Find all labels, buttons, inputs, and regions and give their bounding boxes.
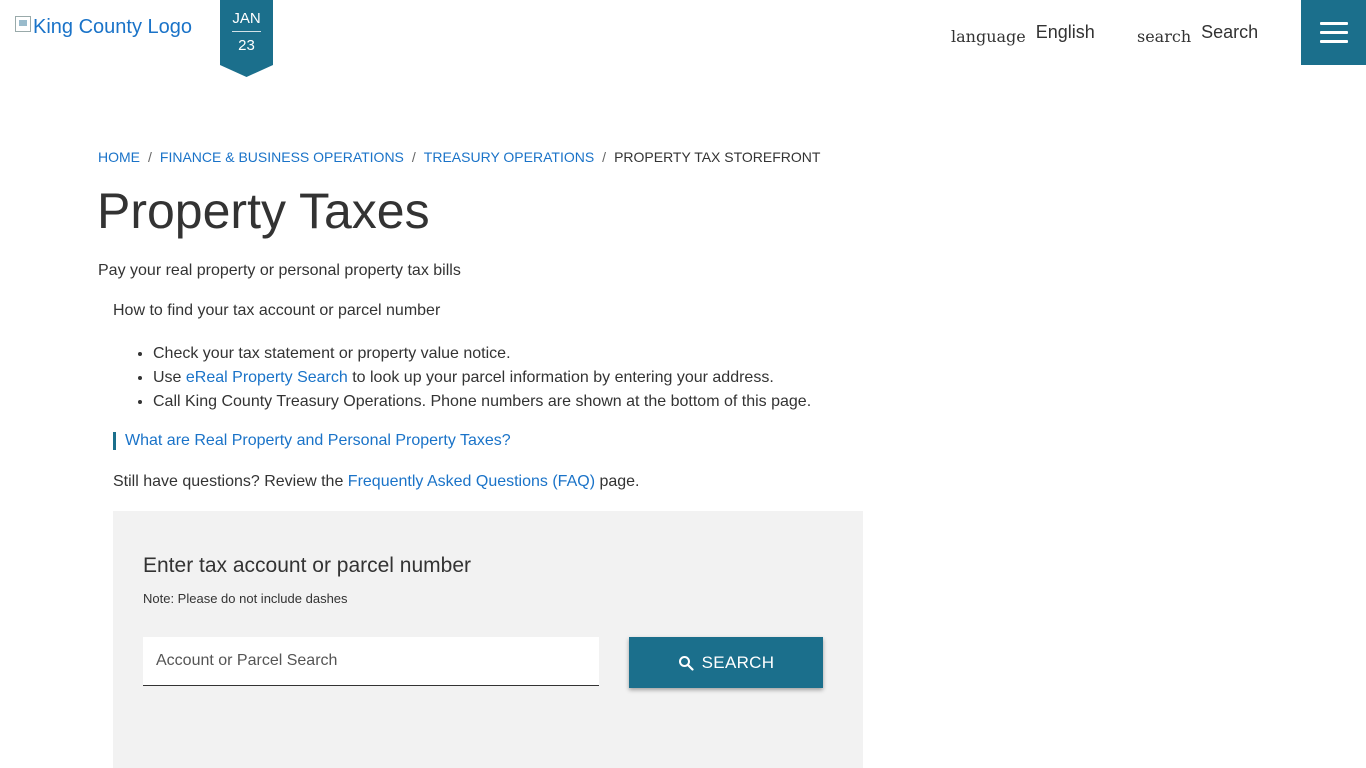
date-month: JAN xyxy=(232,10,261,27)
hamburger-menu-icon-bar xyxy=(1319,40,1348,43)
breadcrumb-treasury[interactable]: TREASURY OPERATIONS xyxy=(424,149,594,165)
hamburger-menu-icon-bar xyxy=(1319,31,1348,34)
tips-list: Check your tax statement or property val… xyxy=(153,342,811,414)
search-icon xyxy=(678,655,694,671)
ereal-property-search-link[interactable]: eReal Property Search xyxy=(186,369,348,386)
page-title: Property Taxes xyxy=(97,183,430,239)
hamburger-menu-icon-bar xyxy=(1319,22,1348,25)
logo-alt-text: King County Logo xyxy=(33,16,193,38)
language-label: English xyxy=(1035,22,1095,42)
tax-types-callout: What are Real Property and Personal Prop… xyxy=(113,432,511,450)
breadcrumb-separator: / xyxy=(411,149,416,165)
howto-heading: How to find your tax account or parcel n… xyxy=(113,302,441,319)
menu-button[interactable] xyxy=(1301,0,1366,65)
faq-suffix: page. xyxy=(595,473,640,490)
header-search-label: Search xyxy=(1201,22,1259,42)
breadcrumb-separator: / xyxy=(602,149,607,165)
tax-types-link[interactable]: What are Real Property and Personal Prop… xyxy=(125,432,511,449)
parcel-search-panel: Enter tax account or parcel number Note:… xyxy=(113,511,863,768)
search-panel-title: Enter tax account or parcel number xyxy=(143,554,472,577)
tip-text: to look up your parcel information by en… xyxy=(347,369,774,386)
tip-text: Check your tax statement or property val… xyxy=(153,345,511,362)
header-search-toggle[interactable]: search Search xyxy=(1137,22,1259,46)
faq-link[interactable]: Frequently Asked Questions (FAQ) xyxy=(348,473,595,490)
search-panel-note: Note: Please do not include dashes xyxy=(143,591,348,606)
breadcrumb-home[interactable]: HOME xyxy=(98,149,140,165)
language-selector[interactable]: language English xyxy=(951,22,1095,46)
tip-text: Use xyxy=(153,369,186,386)
parcel-search-button[interactable]: SEARCH xyxy=(629,637,823,688)
king-county-logo[interactable]: King County Logo xyxy=(15,15,193,39)
list-item: Check your tax statement or property val… xyxy=(153,342,811,366)
breadcrumb-current: PROPERTY TAX STOREFRONT xyxy=(614,149,821,165)
date-day: 23 xyxy=(238,37,255,54)
faq-text: Still have questions? Review the Frequen… xyxy=(113,473,640,491)
search-button-label: SEARCH xyxy=(701,652,775,672)
list-item: Use eReal Property Search to look up you… xyxy=(153,366,811,390)
language-icon: language xyxy=(951,27,1026,46)
date-divider xyxy=(232,31,261,32)
breadcrumb-finance[interactable]: FINANCE & BUSINESS OPERATIONS xyxy=(160,149,404,165)
intro-text: Pay your real property or personal prope… xyxy=(98,262,461,279)
parcel-search-input[interactable] xyxy=(143,637,599,686)
search-icon: search xyxy=(1137,27,1192,46)
tip-text: Call King County Treasury Operations. Ph… xyxy=(153,393,812,410)
broken-image-icon xyxy=(15,15,31,32)
faq-prefix: Still have questions? Review the xyxy=(113,473,348,490)
breadcrumb-separator: / xyxy=(148,149,152,165)
breadcrumb: HOME / FINANCE & BUSINESS OPERATIONS / T… xyxy=(98,149,820,165)
date-badge: JAN 23 xyxy=(220,0,273,77)
list-item: Call King County Treasury Operations. Ph… xyxy=(153,390,811,414)
